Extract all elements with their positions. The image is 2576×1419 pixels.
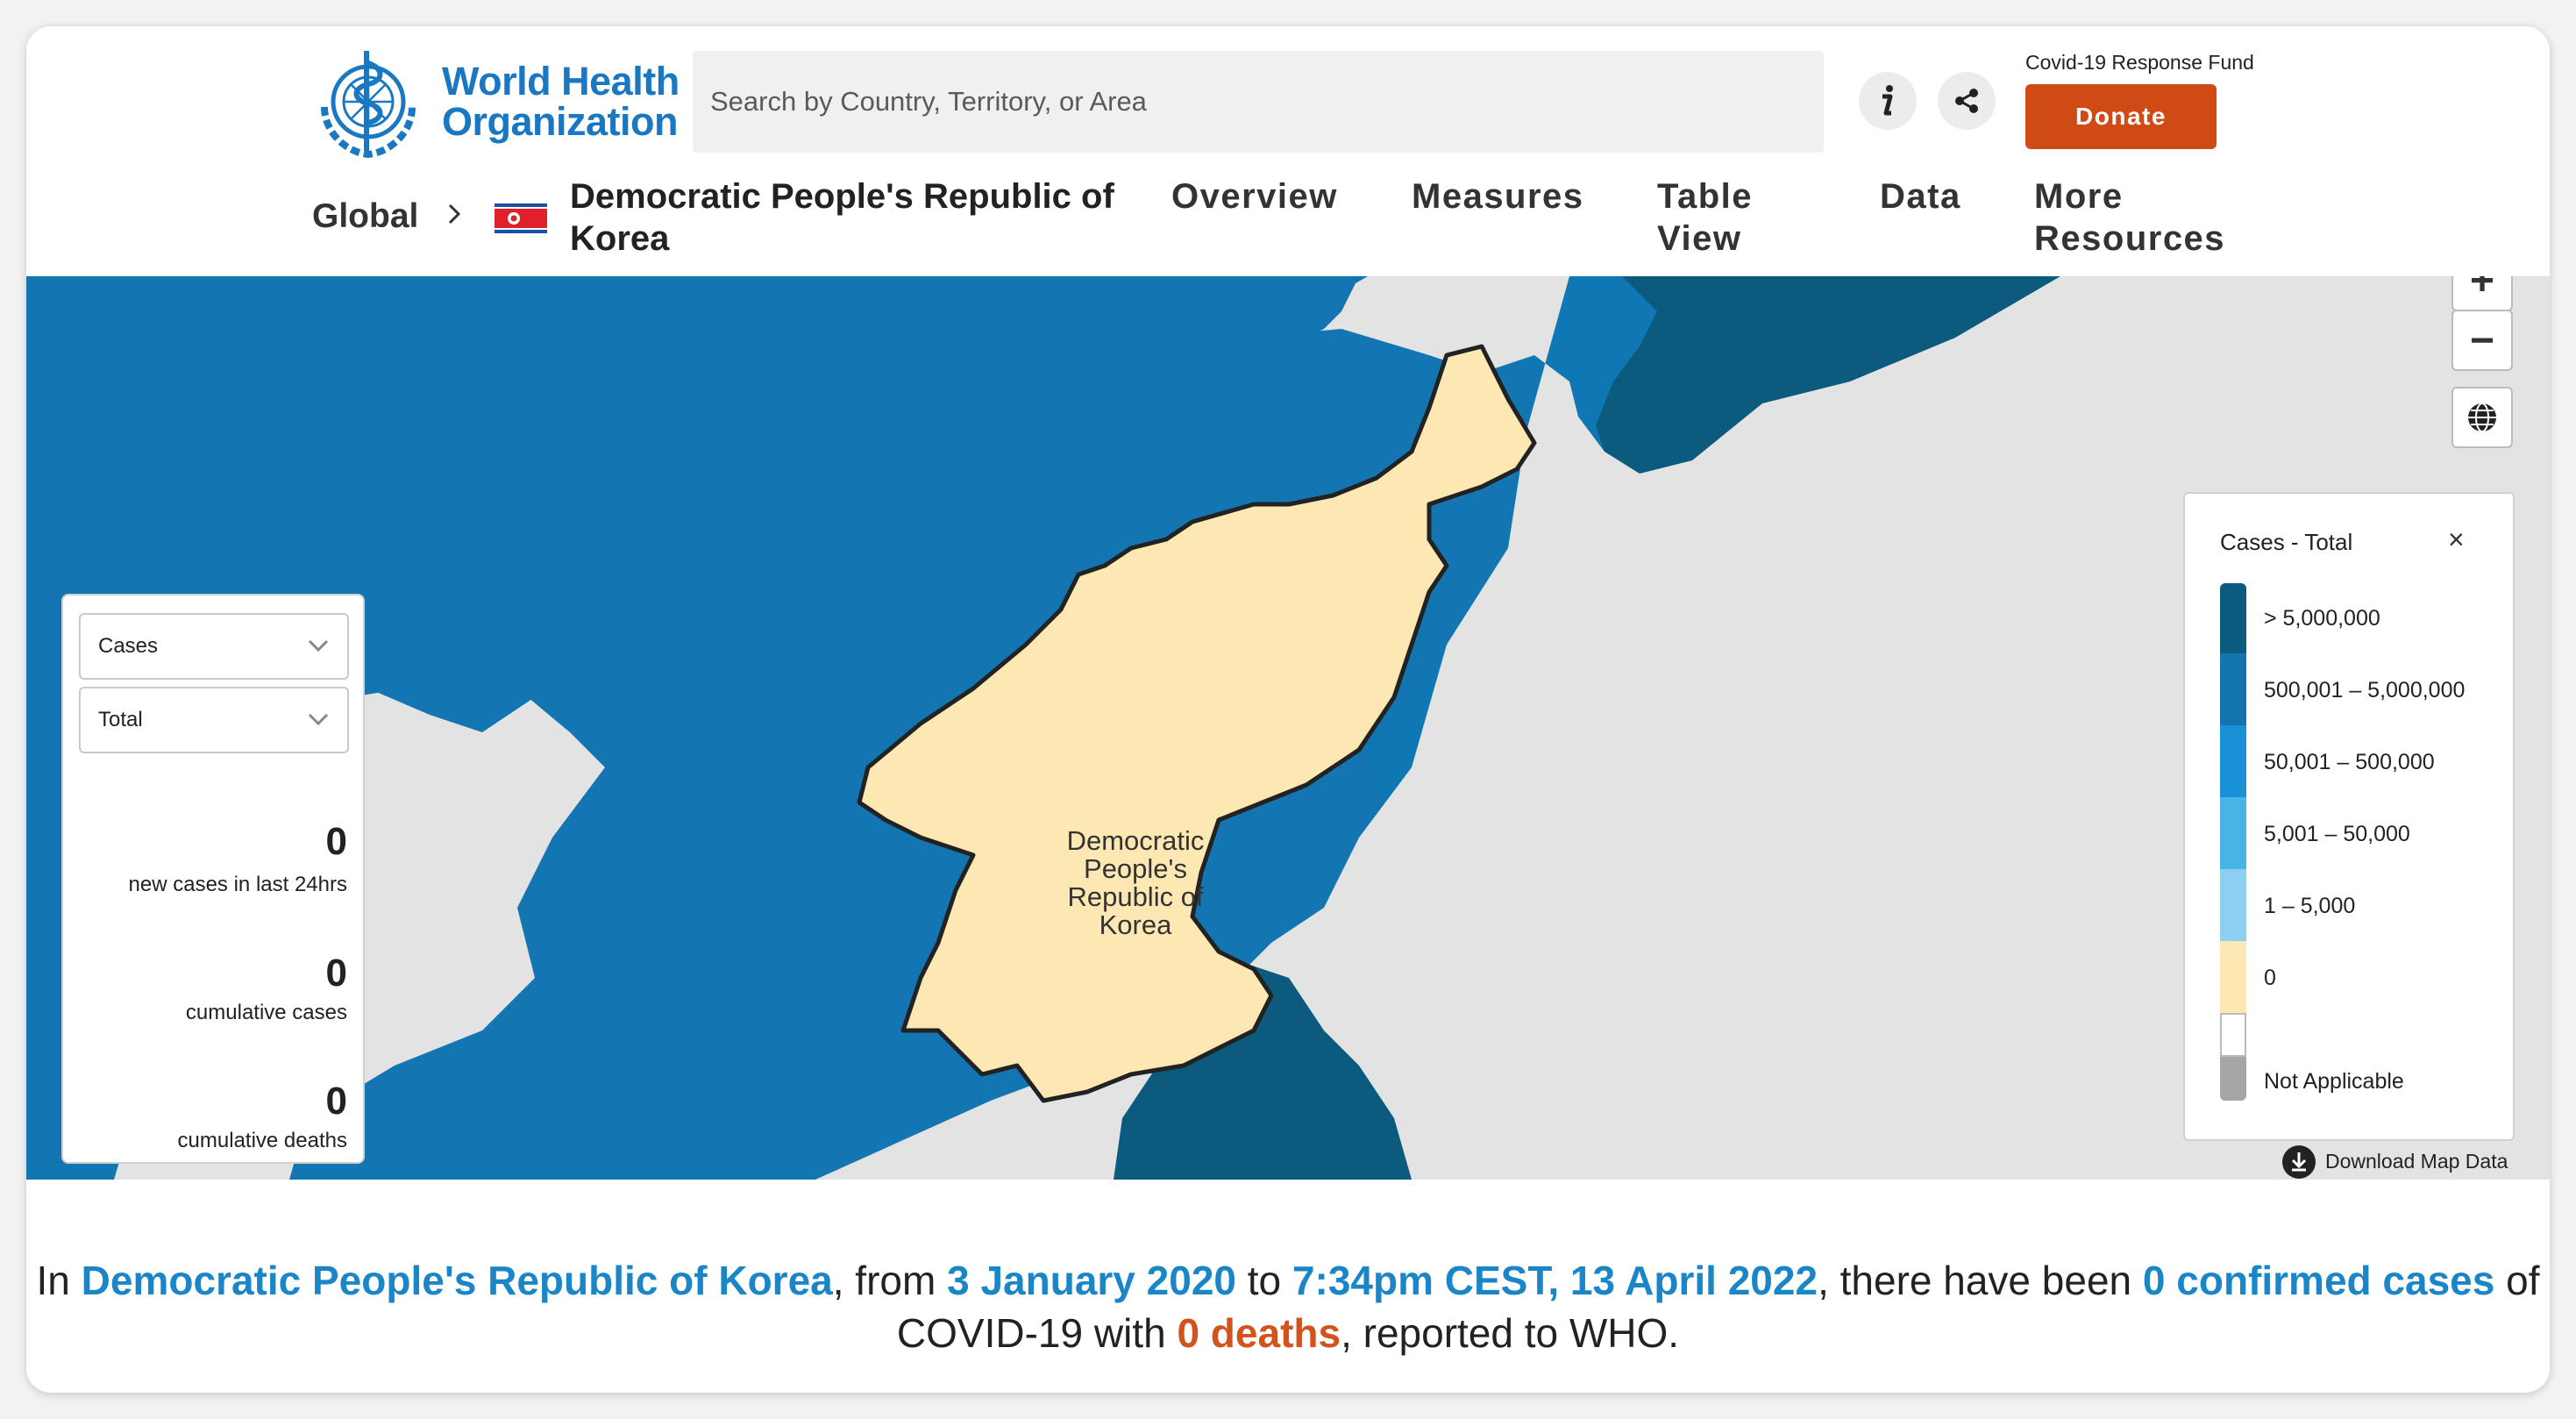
- summary-cases: 0 confirmed cases: [2142, 1258, 2495, 1303]
- summary-text: to: [1236, 1258, 1292, 1303]
- cumulative-cases-label: cumulative cases: [185, 1001, 347, 1024]
- info-icon: [1882, 85, 1893, 116]
- summary-text: , from: [832, 1258, 948, 1303]
- chevron-down-icon: [308, 639, 329, 652]
- logo-line-2: Organization: [442, 99, 679, 144]
- legend-label: 5,001 – 50,000: [2264, 822, 2410, 846]
- logo-line-1: World Health: [442, 59, 680, 103]
- summary-deaths: 0 deaths: [1177, 1310, 1341, 1356]
- chevron-down-icon: [308, 713, 329, 726]
- download-icon: [2282, 1145, 2316, 1179]
- chevron-right-icon: [448, 203, 461, 225]
- summary-text: , there have been: [1818, 1258, 2143, 1303]
- summary-start-date: 3 January 2020: [947, 1258, 1236, 1303]
- legend-close-button[interactable]: ×: [2448, 524, 2465, 556]
- legend-label: Not Applicable: [2264, 1069, 2404, 1094]
- legend-swatch: [2220, 797, 2246, 869]
- summary-end-date: 7:34pm CEST, 13 April 2022: [1292, 1258, 1818, 1303]
- globe-icon: [2468, 403, 2496, 432]
- zoom-in-button[interactable]: +: [2451, 276, 2513, 311]
- logo-wordmark: World Health Organization: [442, 61, 680, 142]
- page-card: World Health Organization Covid-19 Respo…: [26, 26, 2550, 1393]
- legend-label: 500,001 – 5,000,000: [2264, 678, 2466, 702]
- tab-more-resources[interactable]: More Resources: [2034, 175, 2262, 260]
- summary-text: In: [36, 1258, 82, 1303]
- summary-country: Democratic People's Republic of Korea: [81, 1258, 833, 1303]
- north-korea-flag-icon: [495, 203, 547, 233]
- legend-swatch: [2220, 1013, 2246, 1057]
- period-select[interactable]: Total: [79, 687, 349, 753]
- metric-select[interactable]: Cases: [79, 613, 349, 680]
- legend-swatch: [2220, 941, 2246, 1013]
- legend-swatch: [2220, 1057, 2246, 1101]
- legend-swatch: [2220, 583, 2246, 653]
- new-cases-label: new cases in last 24hrs: [128, 873, 347, 896]
- breadcrumb-country[interactable]: Democratic People's Republic of Korea: [570, 175, 1131, 260]
- legend-label: 1 – 5,000: [2264, 894, 2356, 918]
- map-geography: [26, 276, 2550, 1180]
- map-legend: Cases - Total × > 5,000,000 500,001 – 5,…: [2183, 492, 2515, 1141]
- metric-select-value: Cases: [98, 634, 159, 658]
- summary-sentence: In Democratic People's Republic of Korea…: [26, 1254, 2550, 1359]
- legend-swatch: [2220, 869, 2246, 941]
- cumulative-deaths-label: cumulative deaths: [177, 1129, 347, 1152]
- zoom-out-button[interactable]: −: [2451, 310, 2513, 371]
- tab-table-view[interactable]: Table View: [1657, 175, 1806, 260]
- stats-panel: Cases Total 0 new cases in last 24hrs 0 …: [61, 594, 365, 1164]
- breadcrumb-global[interactable]: Global: [312, 197, 418, 236]
- cumulative-cases-value: 0: [325, 952, 347, 995]
- country-search-input[interactable]: [693, 51, 1824, 153]
- summary-text: , reported to WHO.: [1341, 1310, 1680, 1356]
- covid-map[interactable]: Democratic People's Republic of Korea + …: [26, 276, 2550, 1180]
- download-label: Download Map Data: [2325, 1150, 2508, 1173]
- tab-data[interactable]: Data: [1880, 175, 1961, 217]
- share-icon: [1955, 89, 1978, 113]
- legend-label: > 5,000,000: [2264, 606, 2380, 631]
- globe-button[interactable]: [2451, 387, 2513, 448]
- response-fund-label: Covid-19 Response Fund: [2025, 51, 2254, 74]
- legend-swatch: [2220, 725, 2246, 797]
- legend-label: 50,001 – 500,000: [2264, 750, 2435, 774]
- info-button[interactable]: [1859, 72, 1917, 130]
- legend-swatch: [2220, 653, 2246, 725]
- map-country-label: Democratic People's Republic of Korea: [1066, 825, 1205, 940]
- cumulative-deaths-value: 0: [325, 1080, 347, 1123]
- donate-button[interactable]: Donate: [2025, 84, 2217, 149]
- legend-label: 0: [2264, 966, 2276, 990]
- share-button[interactable]: [1938, 72, 1996, 130]
- download-map-data-button[interactable]: Download Map Data: [2281, 1144, 2508, 1180]
- tab-measures[interactable]: Measures: [1412, 175, 1584, 217]
- period-select-value: Total: [98, 708, 143, 731]
- un-emblem-icon: [321, 51, 416, 158]
- who-logo[interactable]: World Health Organization: [312, 46, 680, 158]
- legend-title: Cases - Total: [2220, 529, 2353, 555]
- new-cases-value: 0: [325, 820, 347, 863]
- tab-overview[interactable]: Overview: [1171, 175, 1338, 217]
